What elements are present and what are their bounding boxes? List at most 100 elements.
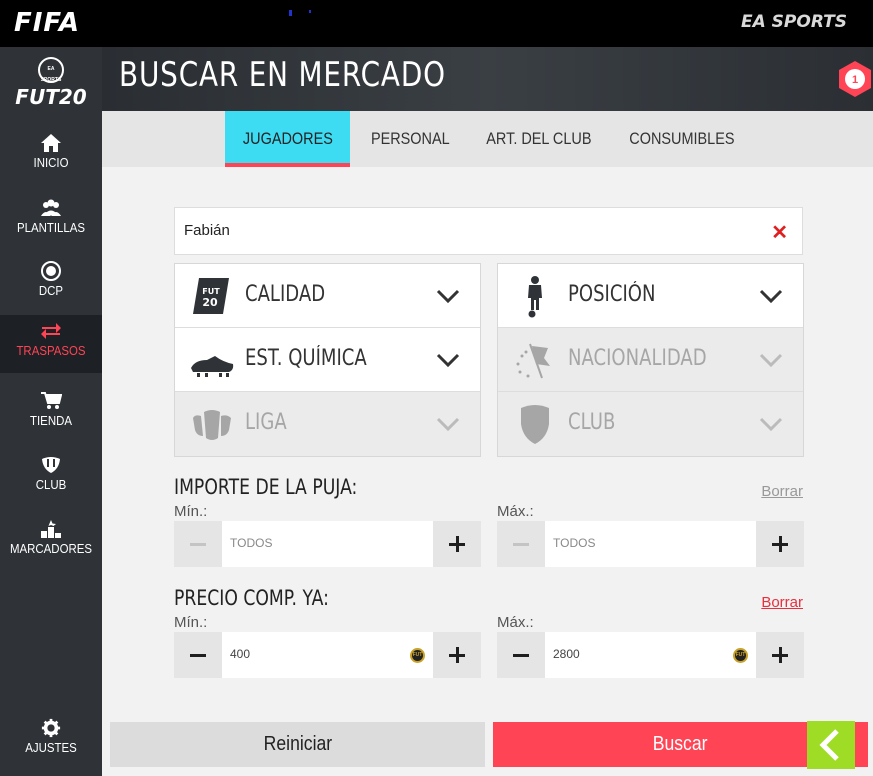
leaderboards-icon [41,520,61,538]
buy-now-max-input[interactable]: 2800 FUT [545,632,756,678]
bid-min-value: TODOS [230,536,273,550]
sidebar-item-label: PLANTILLAS [16,220,86,235]
sidebar-item-dcp[interactable]: DCP [0,255,102,313]
reset-label: Reiniciar [263,733,332,755]
fut20-logo: EA SPORTS FUT20 [0,57,102,113]
buy-now-min-decrement-button[interactable] [174,632,222,678]
filter-position[interactable]: POSICIÓN [498,264,803,328]
bid-min-increment-button[interactable] [433,521,481,567]
buy-now-min-input[interactable]: 400 FUT [222,632,433,678]
sbc-icon [41,261,61,281]
chevron-down-icon [759,353,783,368]
filter-label: EST. QUÍMICA [245,346,367,371]
filter-label: NACIONALIDAD [568,346,707,371]
tab-personal[interactable]: PERSONAL [360,111,460,167]
bid-min-label: Mín.: [174,503,208,520]
bid-max-label: Máx.: [497,503,534,520]
club-icon [42,457,60,473]
player-search-input[interactable]: Fabián ✕ [174,207,803,255]
chevron-down-icon [759,289,783,304]
clear-search-icon[interactable]: ✕ [771,220,788,245]
sidebar-item-tienda[interactable]: TIENDA [0,385,102,443]
fifa-logo: FIFA [14,8,80,38]
home-icon [41,134,61,152]
buy-now-max-stepper: 2800 FUT [497,632,804,678]
sidebar-item-label: MARCADORES [9,541,93,556]
bid-max-input[interactable]: TODOS [545,521,756,567]
sidebar-item-label: TIENDA [30,413,72,428]
tab-label: JUGADORES [242,129,333,148]
search-label: Buscar [653,733,708,755]
ea-sports-badge: EA SPORTS [38,57,64,83]
sidebar-item-club[interactable]: CLUB [0,449,102,507]
clear-buy-now-link[interactable]: Borrar [761,594,803,611]
sidebar: EA SPORTS FUT20 INICIO PLANTILLAS DCP TR… [0,47,102,776]
chevron-left-icon [819,729,839,761]
tab-bar: JUGADORES PERSONAL ART. DEL CLUB CONSUMI… [102,111,873,167]
ea-sports-logo: EA SPORTS [740,12,847,32]
bid-max-value: TODOS [553,536,596,550]
tab-label: PERSONAL [370,129,450,148]
filter-label: POSICIÓN [568,282,656,307]
filter-label: CLUB [568,410,616,435]
sidebar-item-label: CLUB [35,477,67,492]
bid-max-decrement-button[interactable] [497,521,545,567]
tab-art-del-club[interactable]: ART. DEL CLUB [474,111,604,167]
buy-now-min-value: 400 [230,647,251,661]
chevron-down-icon [436,353,460,368]
squads-icon [41,199,61,216]
gear-icon [41,718,61,738]
buy-now-max-value: 2800 [553,647,580,661]
search-value: Fabián [184,222,230,239]
sidebar-item-traspasos[interactable]: TRASPASOS [0,315,102,373]
filter-column-right: POSICIÓN NACIONALIDAD CLUB [497,263,804,457]
bid-min-stepper: TODOS [174,521,481,567]
bid-min-input[interactable]: TODOS [222,521,433,567]
transfers-icon [41,323,61,339]
page-header: BUSCAR EN MERCADO 1 [102,47,873,111]
coin-icon: FUT [733,648,748,663]
player-icon [528,276,542,318]
chevron-down-icon [436,417,460,432]
top-bar: FIFA EA SPORTS [0,0,873,47]
filter-nationality: NACIONALIDAD [498,328,803,392]
buy-now-min-label: Mín.: [174,614,208,631]
filter-column-left: FUT 20 CALIDAD EST. QUÍMICA LIGA [174,263,481,457]
indicator-mark [309,10,311,13]
filter-quality[interactable]: FUT 20 CALIDAD [175,264,480,328]
clear-bid-link[interactable]: Borrar [761,483,803,500]
filter-label: LIGA [245,410,287,435]
filter-club: CLUB [498,392,803,456]
sidebar-item-label: DCP [38,283,64,298]
filter-chemistry-style[interactable]: EST. QUÍMICA [175,328,480,392]
bid-price-label: IMPORTE DE LA PUJA: [174,475,358,499]
buy-now-max-decrement-button[interactable] [497,632,545,678]
back-button[interactable] [807,721,855,769]
filter-league: LIGA [175,392,480,456]
reset-button[interactable]: Reiniciar [110,722,485,767]
bid-max-increment-button[interactable] [756,521,804,567]
filter-label: CALIDAD [245,282,326,307]
coin-icon: FUT [410,648,425,663]
sidebar-item-plantillas[interactable]: PLANTILLAS [0,192,102,250]
sidebar-item-marcadores[interactable]: MARCADORES [0,513,102,571]
bid-min-decrement-button[interactable] [174,521,222,567]
chevron-down-icon [436,289,460,304]
buy-now-max-label: Máx.: [497,614,534,631]
search-panel: Fabián ✕ FUT 20 CALIDAD EST. QUÍMICA LIG… [102,167,873,776]
svg-text:FUT: FUT [202,287,220,296]
buy-now-price-label: PRECIO COMP. YA: [174,586,329,610]
sidebar-item-inicio[interactable]: INICIO [0,127,102,185]
buy-now-min-increment-button[interactable] [433,632,481,678]
shield-icon [521,405,549,444]
badge-count: 1 [852,74,858,86]
sidebar-item-ajustes[interactable]: AJUSTES [0,712,102,770]
fut20-text: FUT20 [15,85,87,109]
tab-jugadores[interactable]: JUGADORES [225,111,350,167]
sidebar-item-label: TRASPASOS [16,343,86,358]
quality-icon: FUT 20 [193,278,229,314]
buy-now-max-increment-button[interactable] [756,632,804,678]
tab-consumibles[interactable]: CONSUMIBLES [620,111,744,167]
store-icon [41,392,62,409]
objectives-badge[interactable]: 1 [837,59,873,99]
